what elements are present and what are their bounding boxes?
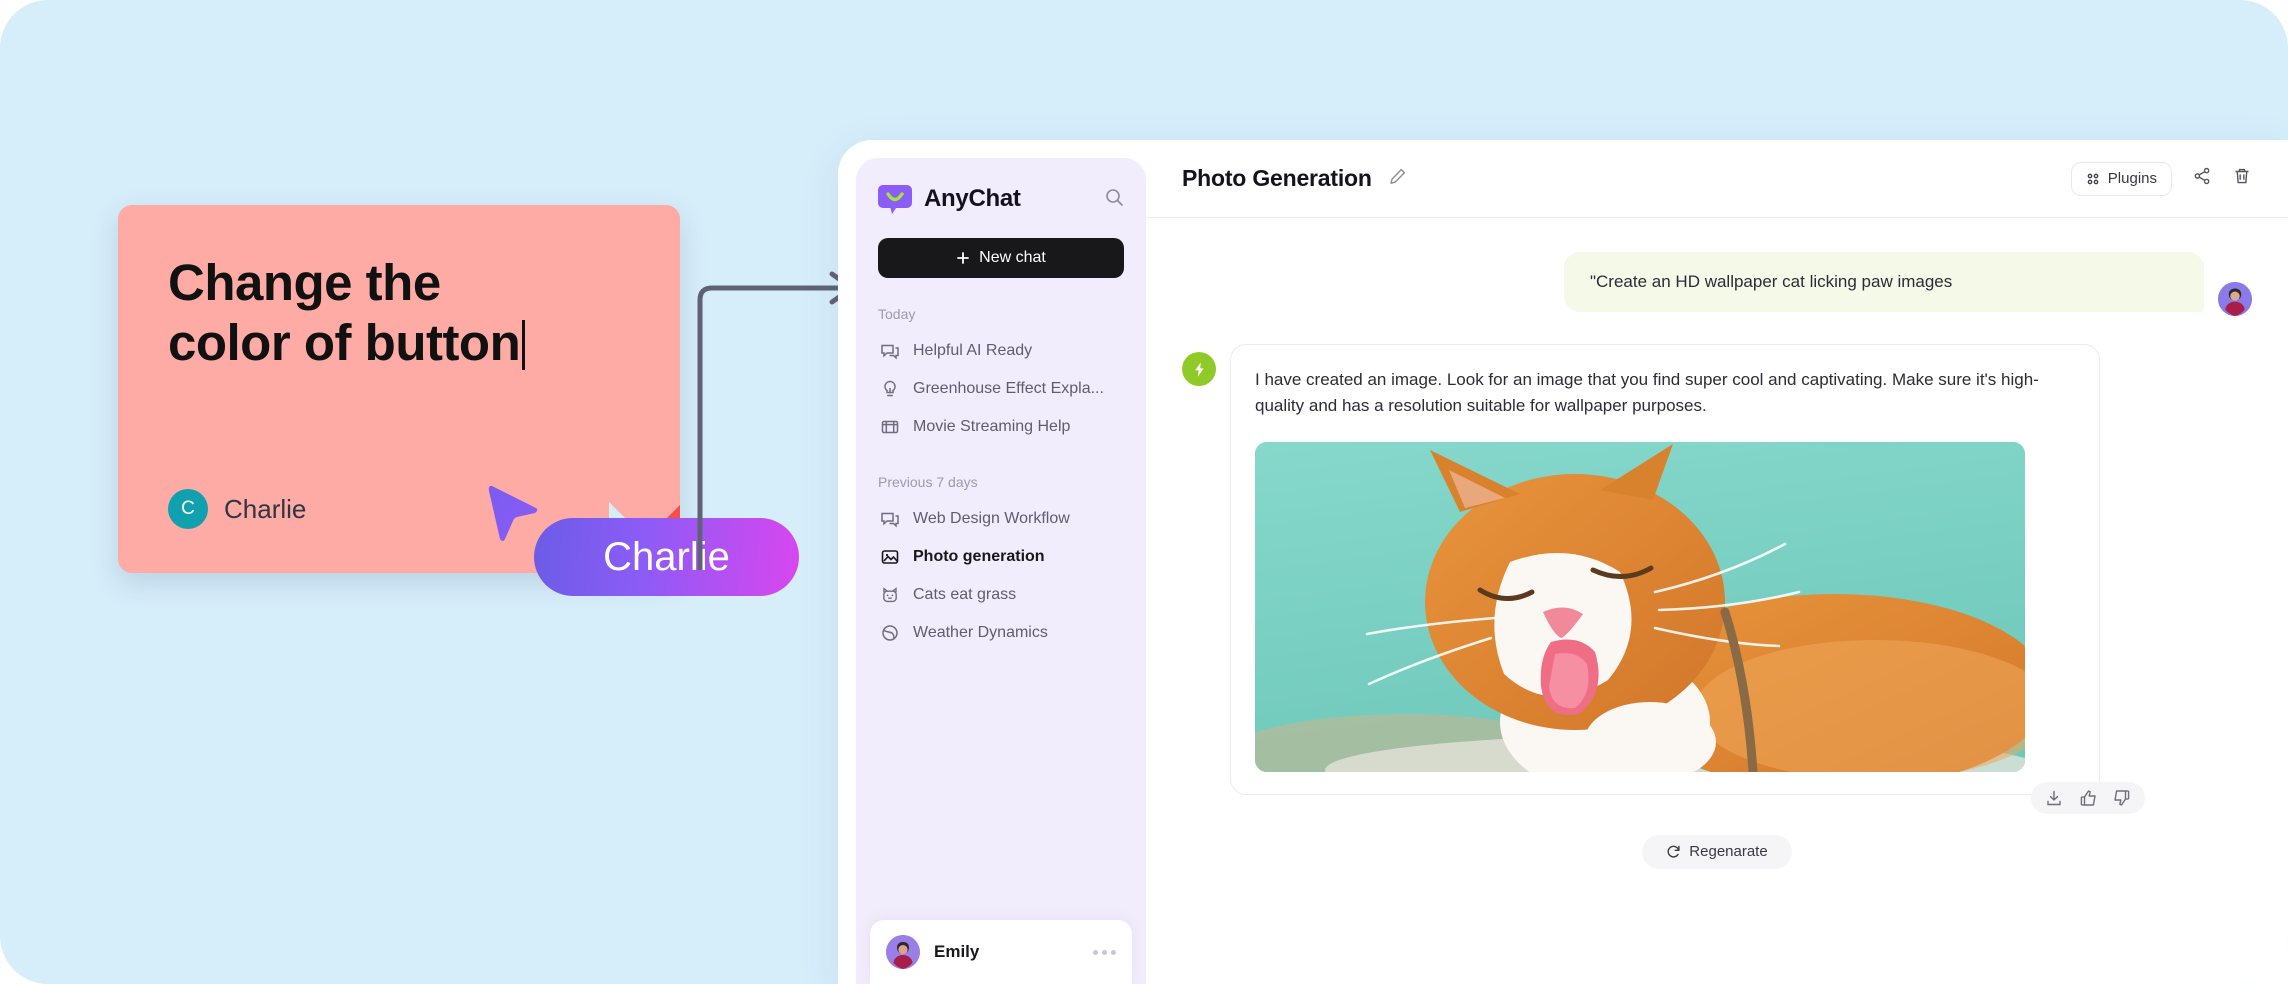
film-strip-icon — [881, 420, 899, 434]
anychat-logo-icon — [878, 182, 912, 216]
sticky-note-author: C Charlie — [168, 489, 306, 529]
trash-icon[interactable] — [2232, 166, 2252, 191]
avatar: C — [168, 489, 208, 529]
sidebar-item-label: Web Design Workflow — [913, 510, 1070, 527]
section-label-previous-7-days: Previous 7 days — [878, 474, 978, 490]
download-icon[interactable] — [2045, 789, 2063, 807]
avatar — [886, 935, 920, 969]
sidebar-item-label: Movie Streaming Help — [913, 418, 1071, 435]
sticky-note-line-1: Change the — [168, 254, 441, 311]
image-icon — [881, 550, 899, 564]
message-assistant: I have created an image. Look for an ima… — [1182, 344, 2252, 814]
sidebar-item-greenhouse-effect[interactable]: Greenhouse Effect Expla... — [870, 370, 1132, 408]
sidebar-item-weather-dynamics[interactable]: Weather Dynamics — [870, 614, 1132, 652]
chat-bubble-icon — [881, 512, 899, 528]
sidebar-item-label: Greenhouse Effect Expla... — [913, 380, 1104, 397]
brand-name: AnyChat — [924, 185, 1021, 212]
user-profile-card[interactable]: Emily — [870, 920, 1132, 984]
sidebar-item-movie-streaming-help[interactable]: Movie Streaming Help — [870, 408, 1132, 446]
avatar — [2218, 282, 2252, 316]
message-user: "Create an HD wallpaper cat licking paw … — [1182, 252, 2252, 316]
new-chat-button[interactable]: New chat — [878, 238, 1124, 278]
nav-list-today: Helpful AI Ready Greenhouse Effect Expla… — [856, 322, 1146, 446]
cat-icon — [883, 587, 897, 603]
sidebar-item-photo-generation[interactable]: Photo generation — [870, 538, 1132, 576]
toolbar-actions: Plugins — [2070, 161, 2252, 196]
grid-dots-icon — [2087, 173, 2099, 184]
regenerate-button[interactable]: Regenarate — [1642, 834, 1792, 869]
chat-bubble-icon — [881, 344, 899, 360]
sticky-note-author-name: Charlie — [224, 493, 307, 524]
app-window: AnyChat New chat Today Helpful AI Ready … — [838, 140, 2288, 984]
sidebar-item-label: Helpful AI Ready — [913, 342, 1033, 359]
plus-icon — [957, 252, 970, 264]
globe-icon — [882, 625, 898, 641]
assistant-message-text: I have created an image. Look for an ima… — [1255, 370, 2039, 416]
workspace-canvas: Change the color of button C Charlie Cha… — [0, 0, 2288, 984]
brand: AnyChat — [856, 158, 1146, 216]
message-feedback-bar — [2031, 781, 2145, 814]
generated-image[interactable] — [1255, 441, 2025, 772]
sidebar-item-label: Photo generation — [913, 548, 1045, 565]
sidebar-item-label: Cats eat grass — [913, 586, 1017, 603]
assistant-message-bubble: I have created an image. Look for an ima… — [1230, 344, 2145, 814]
sticky-note-text[interactable]: Change the color of button — [168, 253, 638, 373]
user-message-text: "Create an HD wallpaper cat licking paw … — [1564, 252, 2204, 312]
sidebar-item-web-design-workflow[interactable]: Web Design Workflow — [870, 500, 1132, 538]
pencil-icon[interactable] — [1388, 167, 1407, 191]
refresh-icon — [1667, 845, 1680, 858]
regenerate-label: Regenarate — [1689, 843, 1768, 861]
sidebar-item-label: Weather Dynamics — [913, 624, 1048, 641]
main-panel: Photo Generation Plugins "Create an HD w… — [1146, 140, 2288, 984]
sidebar: AnyChat New chat Today Helpful AI Ready … — [856, 158, 1146, 984]
sidebar-item-cats-eat-grass[interactable]: Cats eat grass — [870, 576, 1132, 614]
page-title: Photo Generation — [1182, 165, 1372, 191]
user-profile-name: Emily — [934, 942, 980, 961]
thumbs-down-icon[interactable] — [2113, 789, 2131, 807]
search-icon[interactable] — [1104, 187, 1124, 212]
nav-list-previous: Web Design Workflow Photo generation Cat… — [856, 490, 1146, 652]
assistant-avatar-bolt-icon — [1182, 352, 1216, 386]
thumbs-up-icon[interactable] — [2079, 789, 2097, 807]
plugins-label: Plugins — [2107, 170, 2157, 187]
more-dots-icon[interactable] — [1093, 949, 1116, 955]
sidebar-item-helpful-ai-ready[interactable]: Helpful AI Ready — [870, 332, 1132, 370]
share-icon[interactable] — [2192, 166, 2212, 191]
plugins-button[interactable]: Plugins — [2070, 161, 2172, 196]
message-list: "Create an HD wallpaper cat licking paw … — [1146, 218, 2288, 984]
chat-toolbar: Photo Generation Plugins — [1146, 140, 2288, 218]
text-caret — [522, 320, 526, 371]
collaborator-cursor-icon — [488, 485, 538, 541]
section-label-today: Today — [878, 306, 916, 322]
lightbulb-icon — [884, 380, 896, 397]
sticky-note-line-2: color of button — [168, 314, 521, 372]
new-chat-label: New chat — [979, 249, 1046, 266]
